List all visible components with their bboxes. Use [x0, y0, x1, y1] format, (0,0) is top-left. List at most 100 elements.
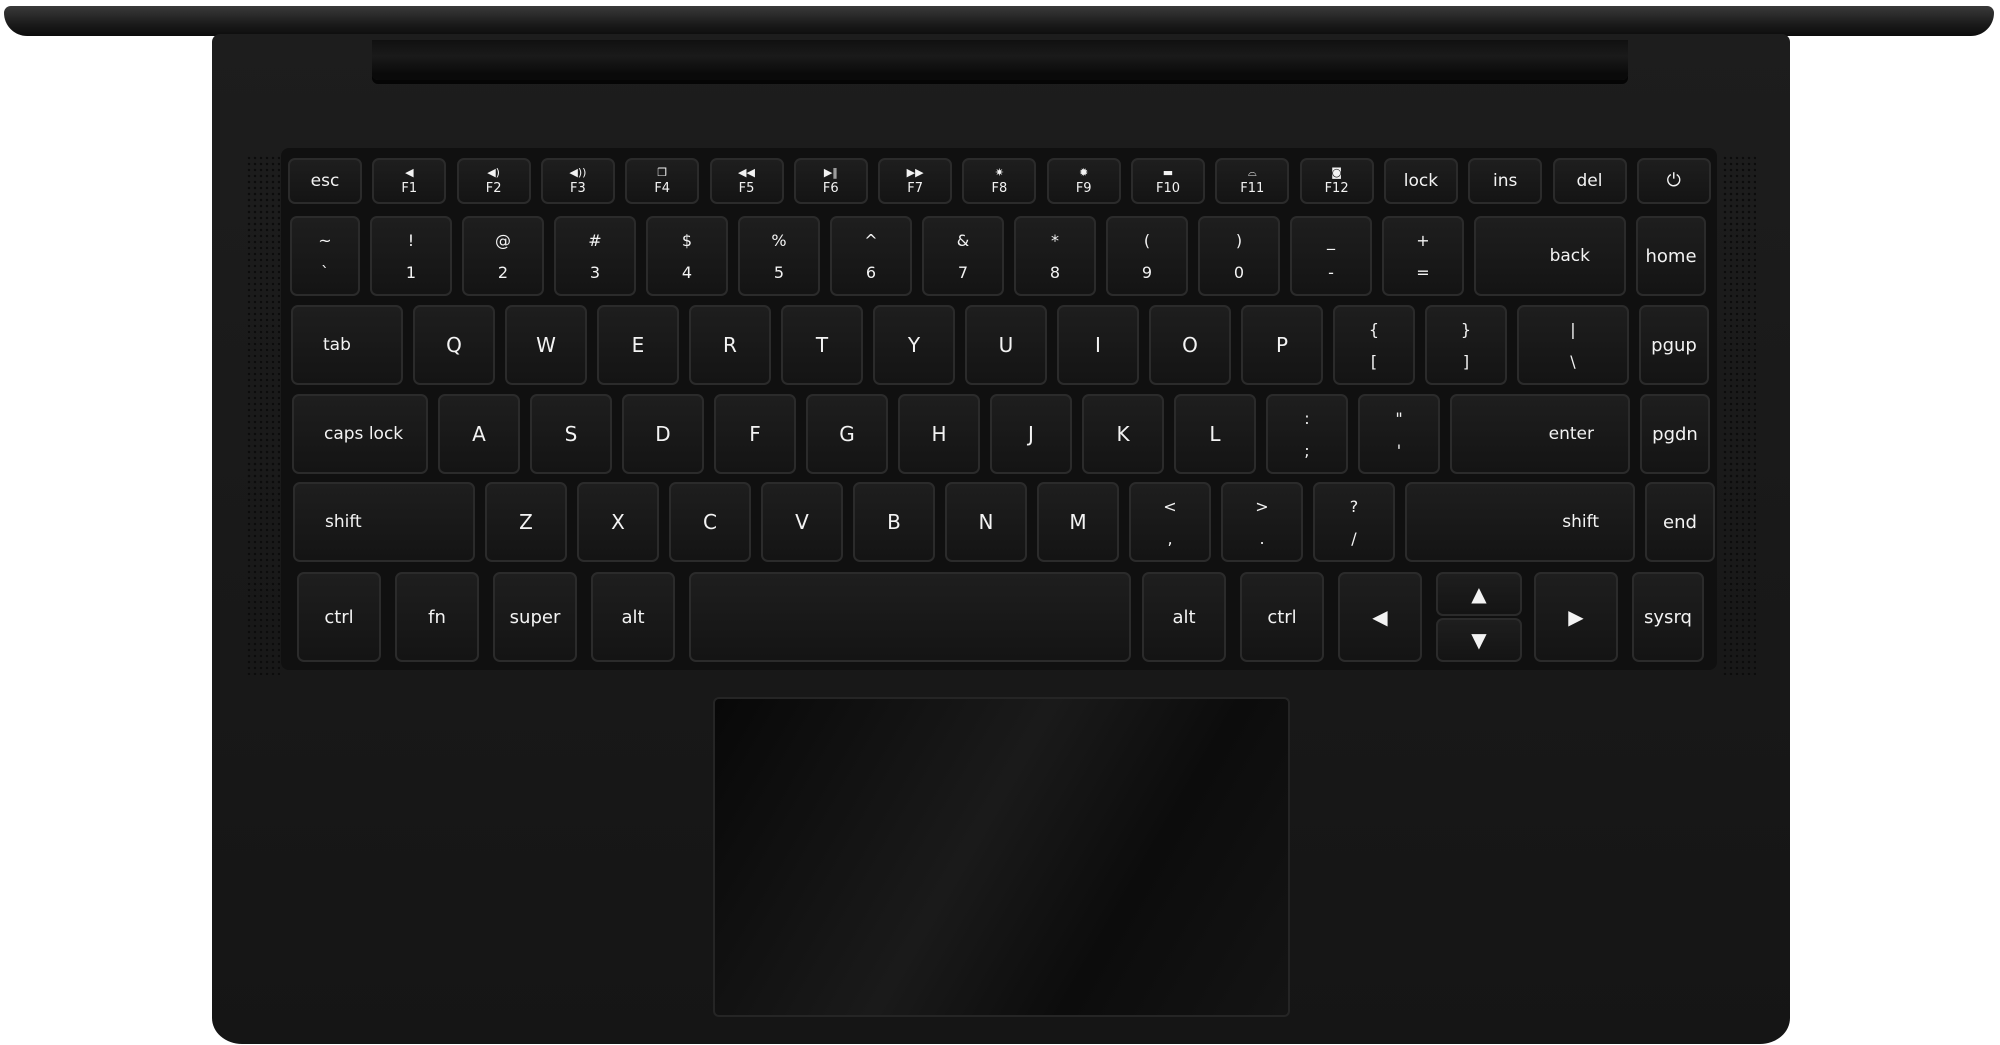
key-f4[interactable]: ❐ F4	[625, 158, 700, 204]
key-f10[interactable]: ▬ F10	[1131, 158, 1205, 204]
key-b[interactable]: B	[853, 482, 935, 562]
key-p[interactable]: P	[1241, 305, 1323, 385]
key-ralt[interactable]: alt	[1142, 572, 1226, 662]
key-top-legend: &	[956, 230, 970, 250]
key-e[interactable]: E	[597, 305, 679, 385]
key-quote[interactable]: " '	[1358, 394, 1440, 474]
key-label: tab	[323, 335, 351, 355]
key-minus[interactable]: _ -	[1290, 216, 1372, 296]
key-g[interactable]: G	[806, 394, 888, 474]
key-t[interactable]: T	[781, 305, 863, 385]
key-l[interactable]: L	[1174, 394, 1256, 474]
key-back[interactable]: back	[1474, 216, 1626, 296]
key-enter[interactable]: enter	[1450, 394, 1630, 474]
key-r[interactable]: R	[689, 305, 771, 385]
key-lock[interactable]: lock	[1383, 158, 1458, 204]
key-q[interactable]: Q	[413, 305, 495, 385]
key-6[interactable]: ^ 6	[830, 216, 912, 296]
key-rshift[interactable]: shift	[1405, 482, 1635, 562]
key-lctrl[interactable]: ctrl	[297, 572, 381, 662]
key-f8[interactable]: ✷ F8	[962, 158, 1037, 204]
key-f[interactable]: F	[714, 394, 796, 474]
key-u[interactable]: U	[965, 305, 1047, 385]
key-top-legend: "	[1395, 408, 1403, 428]
key-o[interactable]: O	[1149, 305, 1231, 385]
volume-mute-icon: ◀	[405, 165, 414, 179]
key-c[interactable]: C	[669, 482, 751, 562]
key-rctrl[interactable]: ctrl	[1240, 572, 1324, 662]
key-up[interactable]: ▲	[1436, 572, 1522, 616]
key-a[interactable]: A	[438, 394, 520, 474]
key-f1[interactable]: ◀ F1	[372, 158, 447, 204]
key-space[interactable]	[689, 572, 1131, 662]
key-left[interactable]: ◀	[1338, 572, 1422, 662]
key-x[interactable]: X	[577, 482, 659, 562]
key-ins[interactable]: ins	[1468, 158, 1543, 204]
key-f5[interactable]: ◀◀ F5	[709, 158, 784, 204]
touchpad[interactable]	[713, 697, 1290, 1017]
key-n[interactable]: N	[945, 482, 1027, 562]
key-lbracket[interactable]: {[	[1333, 305, 1415, 385]
key-top-legend: ~	[318, 230, 332, 250]
key-1[interactable]: ! 1	[370, 216, 452, 296]
key-h[interactable]: H	[898, 394, 980, 474]
key-backslash[interactable]: | \	[1517, 305, 1629, 385]
hinge-vent	[372, 40, 1628, 80]
key-down[interactable]: ▼	[1436, 618, 1522, 662]
key-j[interactable]: J	[990, 394, 1072, 474]
key-v[interactable]: V	[761, 482, 843, 562]
key-bottom-legend: 0	[1233, 262, 1245, 282]
key-tab[interactable]: tab	[291, 305, 403, 385]
left-speaker-grille	[246, 155, 280, 675]
key-end[interactable]: end	[1645, 482, 1715, 562]
key-3[interactable]: #3	[554, 216, 636, 296]
key-period[interactable]: >.	[1221, 482, 1303, 562]
key-comma[interactable]: <,	[1129, 482, 1211, 562]
key-sysrq[interactable]: sysrq	[1632, 572, 1704, 662]
key-d[interactable]: D	[622, 394, 704, 474]
key-4[interactable]: $4	[646, 216, 728, 296]
key-i[interactable]: I	[1057, 305, 1139, 385]
key-f6[interactable]: ▶‖ F6	[793, 158, 868, 204]
key-0[interactable]: ) 0	[1198, 216, 1280, 296]
key-f3[interactable]: ◀)) F3	[540, 158, 615, 204]
key-equals[interactable]: + =	[1382, 216, 1464, 296]
key-power[interactable]: ⏻	[1636, 158, 1711, 204]
key-f12[interactable]: ◙ F12	[1299, 158, 1374, 204]
key-f7[interactable]: ▶▶ F7	[878, 158, 953, 204]
key-k[interactable]: K	[1082, 394, 1164, 474]
key-f2[interactable]: ◀) F2	[456, 158, 531, 204]
key-right[interactable]: ▶	[1534, 572, 1618, 662]
key-pgdn[interactable]: pgdn	[1640, 394, 1710, 474]
key-esc[interactable]: esc	[288, 158, 362, 204]
key-lalt[interactable]: alt	[591, 572, 675, 662]
key-pgup[interactable]: pgup	[1639, 305, 1709, 385]
key-f9[interactable]: ✹ F9	[1046, 158, 1121, 204]
key-m[interactable]: M	[1037, 482, 1119, 562]
key-bottom-legend: 8	[1049, 262, 1061, 282]
key-2[interactable]: @2	[462, 216, 544, 296]
key-7[interactable]: & 7	[922, 216, 1004, 296]
key-del[interactable]: del	[1552, 158, 1627, 204]
key-rbracket[interactable]: }]	[1425, 305, 1507, 385]
key-capslock[interactable]: caps lock	[292, 394, 428, 474]
key-backtick[interactable]: ~ `	[290, 216, 360, 296]
key-y[interactable]: Y	[873, 305, 955, 385]
key-fn[interactable]: fn	[395, 572, 479, 662]
windows-icon: ❐	[657, 165, 668, 179]
key-semicolon[interactable]: :;	[1266, 394, 1348, 474]
key-z[interactable]: Z	[485, 482, 567, 562]
key-8[interactable]: * 8	[1014, 216, 1096, 296]
key-s[interactable]: S	[530, 394, 612, 474]
key-label: U	[998, 333, 1014, 357]
arrow-left-icon: ◀	[1372, 605, 1388, 629]
key-super[interactable]: super	[493, 572, 577, 662]
key-slash[interactable]: ? /	[1313, 482, 1395, 562]
key-9[interactable]: (9	[1106, 216, 1188, 296]
key-bottom-legend: 7	[957, 262, 969, 282]
key-lshift[interactable]: shift	[293, 482, 475, 562]
key-home[interactable]: home	[1636, 216, 1706, 296]
key-5[interactable]: % 5	[738, 216, 820, 296]
key-w[interactable]: W	[505, 305, 587, 385]
key-f11[interactable]: ⌓ F11	[1215, 158, 1290, 204]
